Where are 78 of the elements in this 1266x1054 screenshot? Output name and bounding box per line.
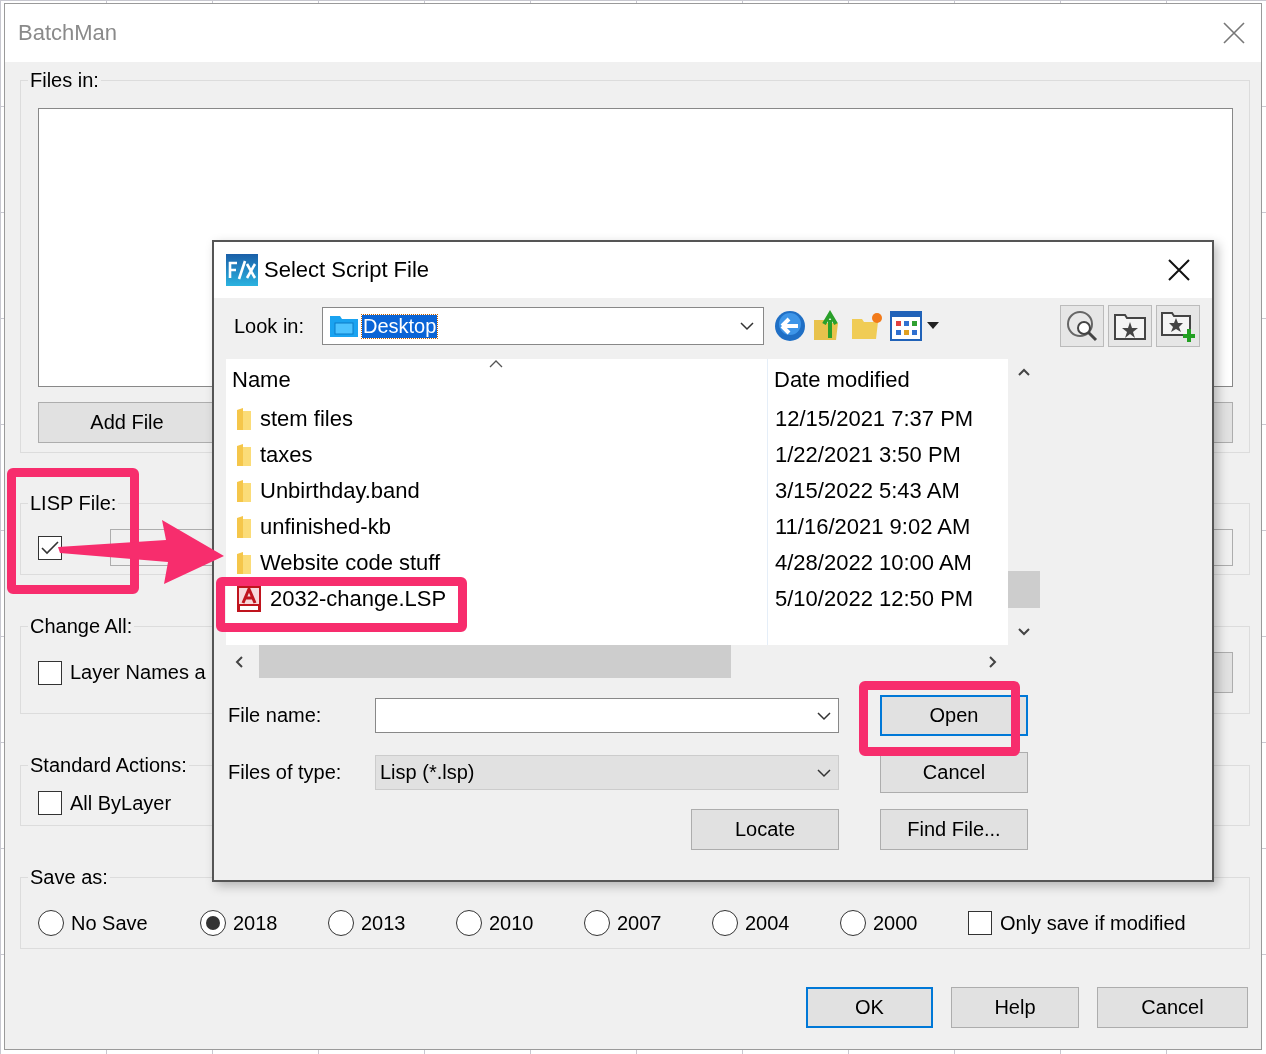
- ok-button[interactable]: OK: [806, 987, 933, 1028]
- field-label: Look in:: [234, 314, 306, 338]
- checkbox-label: All ByLayer: [70, 791, 172, 815]
- lisp-checkbox[interactable]: [38, 535, 62, 560]
- folder-icon: [236, 443, 252, 467]
- find-file-button[interactable]: Find File...: [880, 809, 1028, 850]
- radio-button[interactable]: [38, 910, 64, 936]
- file-name-field[interactable]: [375, 698, 839, 733]
- file-date: 4/28/2022 10:00 AM: [775, 550, 972, 576]
- view-menu-icon[interactable]: [890, 310, 940, 342]
- file-date: 11/16/2021 9:02 AM: [775, 514, 971, 540]
- radio-button[interactable]: [840, 910, 866, 936]
- file-name[interactable]: Unbirthday.band: [260, 478, 420, 504]
- radio-label: 2013: [361, 911, 406, 935]
- file-name[interactable]: taxes: [260, 442, 313, 468]
- column-header[interactable]: Date modified: [774, 367, 910, 393]
- radio-label: 2018: [233, 911, 278, 935]
- field-label: File name:: [228, 704, 323, 727]
- folder-icon: [236, 515, 252, 539]
- chevron-down-icon: [816, 767, 832, 778]
- window-title: BatchMan: [18, 20, 118, 46]
- add-favorite-button[interactable]: [1156, 305, 1200, 347]
- radio-label: 2010: [489, 911, 534, 935]
- lisp-file-icon: [236, 585, 262, 613]
- radio-button[interactable]: [584, 910, 610, 936]
- dialog-title: Select Script File: [264, 257, 431, 283]
- scroll-right-icon[interactable]: [988, 655, 998, 669]
- cancel-button[interactable]: Cancel: [1097, 987, 1248, 1028]
- radio-button[interactable]: [200, 910, 226, 936]
- radio-button[interactable]: [712, 910, 738, 936]
- app-logo-icon: [226, 254, 258, 286]
- checkbox[interactable]: [38, 791, 62, 815]
- file-type-dropdown[interactable]: Lisp (*.lsp): [375, 755, 839, 790]
- radio-label: No Save: [71, 911, 148, 935]
- file-date: 5/10/2022 12:50 PM: [775, 586, 974, 612]
- group-label: Standard Actions:: [29, 754, 188, 776]
- scrollbar-thumb[interactable]: [259, 645, 731, 678]
- checkbox-label: Layer Names a: [70, 661, 206, 684]
- file-name[interactable]: 2032-change.LSP: [270, 586, 447, 612]
- chevron-down-icon: [739, 321, 755, 331]
- scroll-down-icon[interactable]: [1017, 627, 1031, 637]
- close-icon[interactable]: [1168, 259, 1190, 281]
- column-header[interactable]: Name: [232, 367, 291, 393]
- favorites-folder-button[interactable]: [1108, 305, 1152, 347]
- scrollbar-thumb[interactable]: [1008, 571, 1040, 608]
- file-date: 3/15/2022 5:43 AM: [775, 478, 960, 504]
- file-name[interactable]: unfinished-kb: [260, 514, 391, 540]
- radio-label: 2004: [745, 911, 790, 935]
- sort-caret-icon: [488, 359, 504, 369]
- group-label: Change All:: [29, 615, 134, 637]
- folder-icon: [236, 407, 252, 431]
- checkbox[interactable]: [38, 660, 62, 685]
- folder-icon: [236, 551, 252, 575]
- radio-button[interactable]: [328, 910, 354, 936]
- folder-icon: [329, 314, 359, 338]
- checkbox[interactable]: [968, 911, 992, 935]
- field-label: Files of type:: [228, 761, 343, 784]
- file-date: 12/15/2021 7:37 PM: [775, 406, 974, 432]
- chevron-down-icon: [816, 710, 832, 721]
- locate-button[interactable]: Locate: [691, 809, 839, 850]
- scroll-up-icon[interactable]: [1017, 367, 1031, 377]
- group-label: Files in:: [29, 69, 100, 91]
- help-button[interactable]: Help: [951, 987, 1079, 1028]
- open-button[interactable]: Open: [880, 695, 1028, 736]
- folder-icon: [236, 479, 252, 503]
- radio-label: 2007: [617, 911, 662, 935]
- search-button[interactable]: [1060, 305, 1104, 347]
- group-label: LISP File:: [29, 492, 118, 514]
- radio-button[interactable]: [456, 910, 482, 936]
- file-name[interactable]: Website code stuff: [260, 550, 441, 576]
- look-in-dropdown[interactable]: Desktop: [322, 307, 764, 345]
- file-date: 1/22/2021 3:50 PM: [775, 442, 961, 468]
- cancel-button[interactable]: Cancel: [880, 752, 1028, 793]
- radio-label: 2000: [873, 911, 918, 935]
- group-label: Save as:: [29, 866, 109, 888]
- checkbox-label: Only save if modified: [1000, 911, 1186, 935]
- scroll-left-icon[interactable]: [234, 655, 244, 669]
- file-name[interactable]: stem files: [260, 406, 353, 432]
